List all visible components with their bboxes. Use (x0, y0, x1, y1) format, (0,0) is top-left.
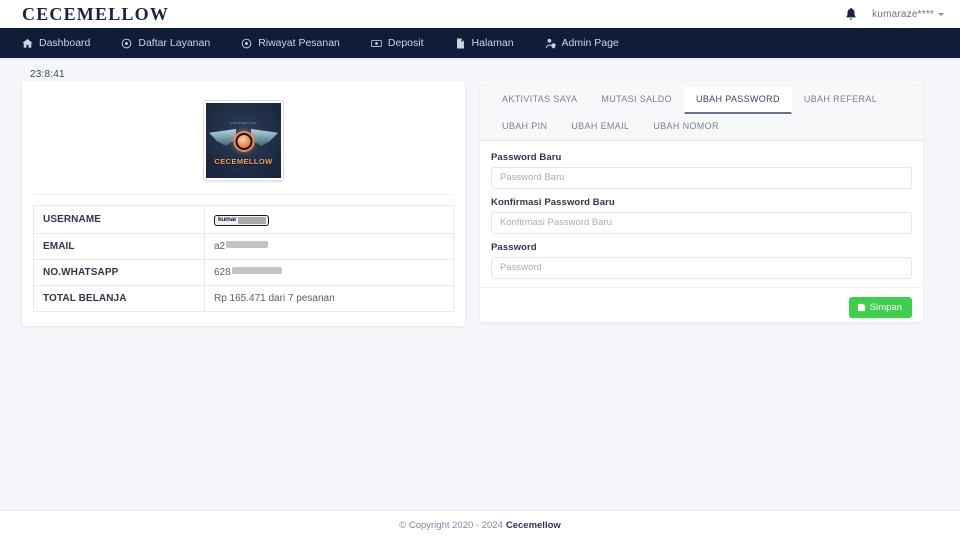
settings-card-footer: Simpan (480, 286, 923, 322)
logo-top-text: CECEMELLOW (230, 121, 257, 125)
save-button-label: Simpan (869, 301, 902, 313)
tab-ubah-referal[interactable]: UBAH REFERAL (792, 87, 889, 114)
profile-row-value-username: kumar (204, 205, 454, 234)
field-password: Password (491, 242, 912, 279)
nav-item-daftar-layanan[interactable]: Daftar Layanan (121, 37, 224, 49)
nav-label: Admin Page (561, 37, 619, 49)
nav-label: Halaman (471, 37, 514, 49)
profile-row-key: USERNAME (33, 205, 205, 234)
footer-copyright: © Copyright 2020 - 2024 (399, 520, 503, 531)
home-icon (22, 38, 33, 49)
field-label-konfirmasi-password-baru: Konfirmasi Password Baru (491, 196, 615, 208)
nav-item-admin-page[interactable]: Admin Page (545, 37, 633, 49)
profile-card: CECEMELLOW CECEMELLOW USERNAME kumar EMA… (22, 81, 465, 326)
tab-ubah-email[interactable]: UBAH EMAIL (559, 114, 641, 140)
brand-logo[interactable]: CECEMELLOW (22, 5, 169, 23)
main-navbar: Dashboard Daftar Layanan Riwayat Pesanan… (0, 28, 960, 60)
user-shield-icon (545, 38, 556, 49)
password-baru-input[interactable] (491, 166, 912, 189)
footer-brand: Cecemellow (505, 520, 561, 531)
field-label-password: Password (491, 241, 537, 253)
circle-dot-icon (241, 38, 252, 49)
ubah-password-form: Password Baru Konfirmasi Password Baru P… (480, 141, 923, 279)
redaction-bar (231, 266, 282, 274)
top-header-right: kumaraze**** (844, 7, 944, 21)
tab-mutasi-saldo[interactable]: MUTASI SALDO (589, 87, 684, 114)
tab-ubah-pin[interactable]: UBAH PIN (490, 114, 559, 140)
wing-right-shape (251, 129, 278, 146)
money-bill-icon (371, 38, 382, 49)
email-visible-part: a2 (214, 240, 226, 252)
profile-logo-image: CECEMELLOW CECEMELLOW (204, 101, 283, 180)
profile-logo-wrap: CECEMELLOW CECEMELLOW (33, 93, 454, 195)
save-button[interactable]: Simpan (848, 296, 912, 318)
redaction-bar (226, 240, 269, 248)
field-password-baru: Password Baru (491, 152, 912, 189)
nav-label: Riwayat Pesanan (258, 37, 340, 49)
profile-table: USERNAME kumar EMAIL a2 NO.WHATSAPP 628 … (33, 205, 454, 312)
settings-card: AKTIVITAS SAYA MUTASI SALDO UBAH PASSWOR… (480, 81, 923, 322)
circle-dot-icon (121, 38, 132, 49)
settings-column: AKTIVITAS SAYA MUTASI SALDO UBAH PASSWOR… (480, 68, 923, 322)
redacted-whatsapp: 628 (214, 266, 282, 278)
konfirmasi-password-baru-input[interactable] (491, 211, 912, 234)
tab-bar: AKTIVITAS SAYA MUTASI SALDO UBAH PASSWOR… (480, 81, 923, 141)
logo-core-inner (237, 135, 250, 148)
redaction-bar (237, 216, 266, 224)
tab-aktivitas-saya[interactable]: AKTIVITAS SAYA (490, 87, 589, 114)
nav-label: Dashboard (39, 37, 91, 49)
nav-item-halaman[interactable]: Halaman (455, 37, 528, 49)
bell-icon[interactable] (844, 7, 858, 21)
field-label-password-baru: Password Baru (491, 151, 562, 163)
main-content: CECEMELLOW CECEMELLOW USERNAME kumar EMA… (0, 60, 960, 326)
nav-item-riwayat-pesanan[interactable]: Riwayat Pesanan (241, 37, 354, 49)
profile-column: CECEMELLOW CECEMELLOW USERNAME kumar EMA… (22, 68, 465, 326)
nav-label: Deposit (387, 37, 424, 49)
wing-left-shape (209, 129, 236, 146)
clock-text: 23:8:41 (30, 69, 65, 80)
user-menu[interactable]: kumaraze**** (872, 9, 944, 20)
whatsapp-visible-part: 628 (214, 266, 231, 278)
table-row: EMAIL a2 (33, 232, 454, 260)
top-header: CECEMELLOW kumaraze**** (0, 0, 960, 28)
nav-item-dashboard[interactable]: Dashboard (22, 37, 104, 49)
tab-ubah-password[interactable]: UBAH PASSWORD (683, 87, 792, 114)
profile-row-key: EMAIL (33, 232, 205, 260)
profile-row-key: TOTAL BELANJA (33, 284, 205, 312)
profile-row-value-email: a2 (204, 232, 454, 260)
table-row: TOTAL BELANJA Rp 165.471 dari 7 pesanan (33, 284, 454, 312)
password-input[interactable] (491, 256, 912, 279)
table-row: USERNAME kumar (33, 205, 454, 234)
nav-label: Daftar Layanan (138, 37, 211, 49)
logo-wordmark: CECEMELLOW (214, 157, 273, 166)
username-visible-part: kumar (218, 216, 237, 223)
field-konfirmasi-password-baru: Konfirmasi Password Baru (491, 197, 912, 234)
profile-row-key: NO.WHATSAPP (33, 258, 205, 286)
chevron-down-icon (938, 13, 944, 16)
save-icon (857, 303, 866, 312)
file-icon (455, 38, 466, 49)
user-menu-label: kumaraze**** (872, 8, 934, 20)
page-footer: © Copyright 2020 - 2024 Cecemellow (0, 510, 960, 540)
table-row: NO.WHATSAPP 628 (33, 258, 454, 286)
redacted-email: a2 (214, 240, 269, 252)
profile-row-value-whatsapp: 628 (204, 258, 454, 286)
redacted-username-badge: kumar (214, 214, 269, 226)
profile-row-value-total-belanja: Rp 165.471 dari 7 pesanan (204, 284, 454, 312)
nav-item-deposit[interactable]: Deposit (371, 37, 438, 49)
tab-ubah-nomor[interactable]: UBAH NOMOR (641, 114, 731, 140)
